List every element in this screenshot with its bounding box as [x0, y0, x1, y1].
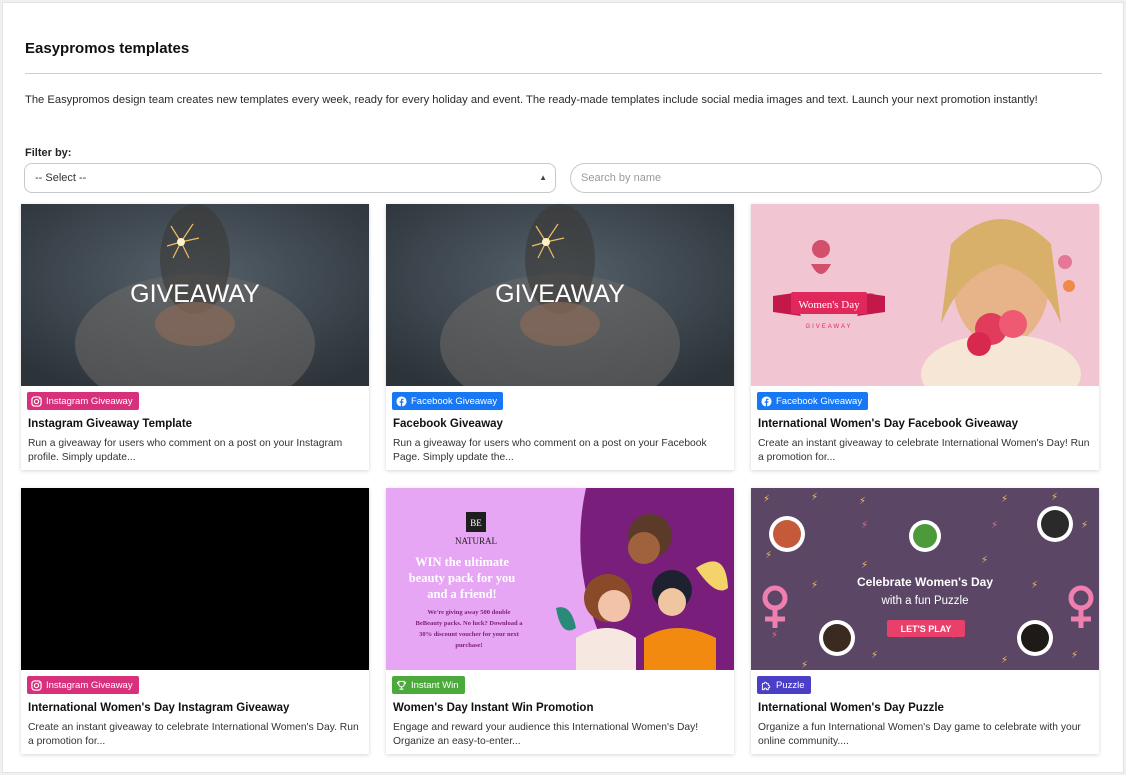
- filter-select[interactable]: -- Select -- ▲: [24, 163, 556, 193]
- card-title[interactable]: International Women's Day Facebook Givea…: [758, 418, 1018, 430]
- card-thumbnail: Women's Day GIVEAWAY: [751, 204, 1099, 386]
- template-card[interactable]: ⚡⚡⚡ ⚡⚡⚡ ⚡⚡⚡ ⚡⚡⚡ ⚡⚡⚡ ⚡⚡⚡ ⚡⚡⚡ Celebra: [751, 488, 1099, 754]
- template-card[interactable]: GIVEAWAY Instagram Giveaway Instagram Gi…: [21, 204, 369, 470]
- svg-text:⚡: ⚡: [1001, 655, 1008, 666]
- badge-label: Instagram Giveaway: [46, 395, 133, 407]
- badge-label: Puzzle: [776, 679, 805, 691]
- brand-logo: BE: [470, 518, 482, 528]
- card-description: Organize a fun International Women's Day…: [758, 722, 1081, 747]
- svg-text:⚡: ⚡: [771, 630, 778, 641]
- badge-label: Instagram Giveaway: [46, 679, 133, 691]
- headline-line: beauty pack for you: [409, 571, 515, 585]
- facebook-icon: [761, 395, 772, 407]
- card-description: Run a giveaway for users who comment on …: [28, 438, 343, 463]
- intro-text: The Easypromos design team creates new t…: [25, 94, 1038, 106]
- svg-text:⚡: ⚡: [811, 580, 818, 591]
- template-card[interactable]: Women's Day GIVEAWAY Facebook Giveaway I…: [751, 204, 1099, 470]
- divider: [25, 73, 1102, 74]
- card-thumbnail: [21, 488, 369, 670]
- filter-select-value: -- Select --: [35, 172, 87, 184]
- puzzle-icon: [761, 681, 771, 690]
- card-title[interactable]: Women's Day Instant Win Promotion: [393, 702, 594, 714]
- card-image-text: Women's Day: [798, 299, 860, 311]
- category-badge[interactable]: Facebook Giveaway: [392, 392, 504, 410]
- template-card[interactable]: Instagram Giveaway International Women's…: [21, 488, 369, 754]
- facebook-icon: [396, 395, 407, 407]
- select-arrows-icon: ▲: [539, 173, 547, 182]
- card-thumbnail: GIVEAWAY: [386, 204, 734, 386]
- svg-text:⚡: ⚡: [763, 494, 770, 505]
- body-line: We're giving away 500 double: [428, 609, 511, 616]
- lets-play-label: LET'S PLAY: [901, 624, 952, 634]
- instagram-icon: [31, 679, 42, 691]
- badge-label: Facebook Giveaway: [776, 395, 863, 407]
- template-card[interactable]: GIVEAWAY Facebook Giveaway Facebook Give…: [386, 204, 734, 470]
- svg-text:⚡: ⚡: [871, 650, 878, 661]
- headline-line: WIN the ultimate: [415, 555, 509, 569]
- svg-text:⚡: ⚡: [1081, 520, 1088, 531]
- svg-text:⚡: ⚡: [1031, 580, 1038, 591]
- card-title[interactable]: International Women's Day Puzzle: [758, 702, 944, 714]
- search-input[interactable]: [570, 163, 1102, 193]
- card-description: Create an instant giveaway to celebrate …: [28, 722, 359, 747]
- svg-text:⚡: ⚡: [1051, 492, 1058, 503]
- svg-text:⚡: ⚡: [861, 560, 868, 571]
- card-description: Run a giveaway for users who comment on …: [393, 438, 707, 463]
- headline-line: and a friend!: [427, 587, 496, 601]
- category-badge[interactable]: Puzzle: [757, 676, 811, 694]
- trophy-icon: [396, 680, 407, 690]
- svg-text:⚡: ⚡: [801, 660, 808, 670]
- card-image-subtext: GIVEAWAY: [805, 324, 852, 330]
- svg-text:⚡: ⚡: [981, 555, 988, 566]
- card-image-text: GIVEAWAY: [495, 280, 625, 308]
- body-line: purchase!: [455, 642, 482, 649]
- body-line: BeBeauty packs. No luck? Download a: [416, 620, 524, 627]
- page-title: Easypromos templates: [25, 40, 190, 57]
- category-badge[interactable]: Instant Win: [392, 676, 465, 694]
- badge-label: Instant Win: [411, 679, 459, 691]
- template-card[interactable]: BE NATURAL WIN the ultimate beauty pack …: [386, 488, 734, 754]
- card-thumbnail: BE NATURAL WIN the ultimate beauty pack …: [386, 488, 734, 670]
- card-thumbnail: ⚡⚡⚡ ⚡⚡⚡ ⚡⚡⚡ ⚡⚡⚡ ⚡⚡⚡ ⚡⚡⚡ ⚡⚡⚡ Celebra: [751, 488, 1099, 670]
- svg-text:⚡: ⚡: [861, 520, 868, 531]
- svg-text:⚡: ⚡: [859, 496, 866, 507]
- puzzle-headline: Celebrate Women's Day: [857, 575, 993, 589]
- svg-text:⚡: ⚡: [991, 520, 998, 531]
- filter-label: Filter by:: [25, 147, 72, 159]
- card-title[interactable]: International Women's Day Instagram Give…: [28, 702, 289, 714]
- card-title[interactable]: Facebook Giveaway: [393, 418, 503, 430]
- svg-text:⚡: ⚡: [811, 492, 818, 503]
- badge-label: Facebook Giveaway: [411, 395, 498, 407]
- svg-text:⚡: ⚡: [1001, 494, 1008, 505]
- body-line: 30% discount voucher for your next: [419, 631, 520, 638]
- svg-text:⚡: ⚡: [765, 550, 772, 561]
- svg-text:⚡: ⚡: [1071, 650, 1078, 661]
- puzzle-subheadline: with a fun Puzzle: [881, 595, 969, 607]
- brand-name: NATURAL: [455, 536, 497, 546]
- card-title[interactable]: Instagram Giveaway Template: [28, 418, 192, 430]
- category-badge[interactable]: Instagram Giveaway: [27, 392, 139, 410]
- card-description: Engage and reward your audience this Int…: [393, 722, 699, 747]
- category-badge[interactable]: Instagram Giveaway: [27, 676, 139, 694]
- category-badge[interactable]: Facebook Giveaway: [757, 392, 869, 410]
- card-thumbnail: GIVEAWAY: [21, 204, 369, 386]
- card-image-text: GIVEAWAY: [130, 280, 260, 308]
- instagram-icon: [31, 395, 42, 407]
- card-description: Create an instant giveaway to celebrate …: [758, 438, 1090, 463]
